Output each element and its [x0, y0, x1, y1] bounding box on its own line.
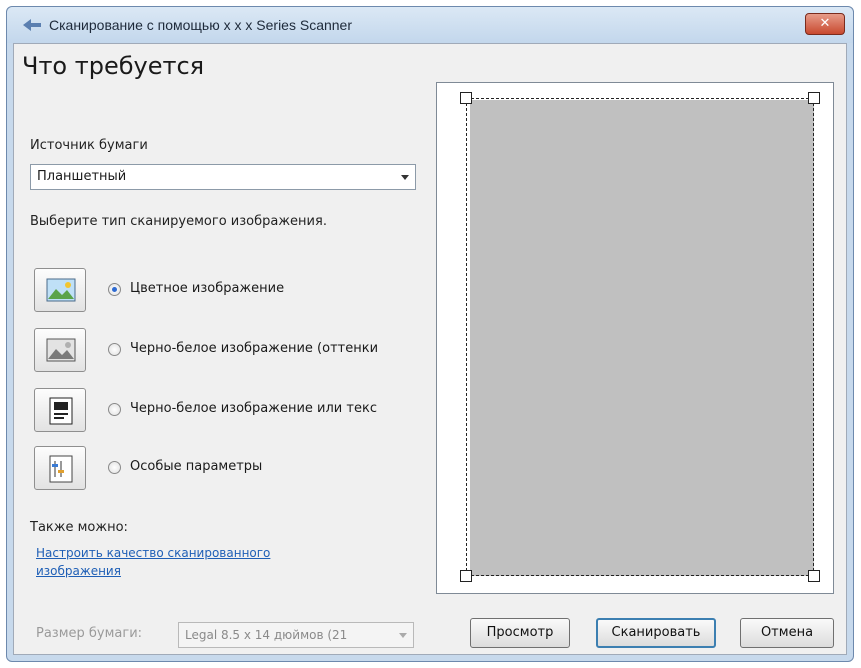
paper-source-select[interactable]: Планшетный [30, 164, 416, 190]
paper-source-label: Источник бумаги [30, 138, 148, 153]
crop-handle-bottom-left[interactable] [460, 570, 472, 582]
title-bar[interactable]: Сканирование с помощью x x x Series Scan… [7, 7, 853, 43]
type-label-grayscale: Черно-белое изображение (оттенки [130, 341, 379, 356]
type-label-bw-text: Черно-белое изображение или текс [130, 401, 377, 416]
color-image-icon [46, 278, 76, 302]
radio-grayscale[interactable] [108, 343, 121, 356]
also-label: Также можно: [30, 520, 128, 535]
page-title: Что требуется [22, 52, 205, 80]
radio-color[interactable] [108, 283, 121, 296]
preview-button[interactable]: Просмотр [470, 618, 570, 648]
radio-custom[interactable] [108, 461, 121, 474]
chevron-down-icon [401, 175, 409, 180]
crop-handle-bottom-right[interactable] [808, 570, 820, 582]
bw-text-button[interactable] [34, 388, 86, 432]
grayscale-image-button[interactable] [34, 328, 86, 372]
scanner-icon [23, 19, 41, 31]
grayscale-image-icon [46, 338, 76, 362]
type-option-bw-text[interactable]: Черно-белое изображение или текс [34, 388, 434, 432]
type-option-grayscale[interactable]: Черно-белое изображение (оттенки [34, 328, 434, 372]
crop-handle-top-right[interactable] [808, 92, 820, 104]
window-title: Сканирование с помощью x x x Series Scan… [49, 17, 353, 33]
chevron-down-icon [399, 633, 407, 638]
page-size-value: Legal 8.5 x 14 дюймов (21 [185, 628, 348, 642]
adjust-quality-link-cont[interactable]: изображения [36, 564, 121, 578]
color-image-button[interactable] [34, 268, 86, 312]
custom-settings-icon [49, 455, 73, 483]
scan-button[interactable]: Сканировать [596, 618, 716, 648]
cancel-button[interactable]: Отмена [740, 618, 834, 648]
crop-selection[interactable] [466, 98, 814, 576]
type-label-color: Цветное изображение [130, 281, 285, 296]
bw-text-icon [49, 397, 73, 425]
type-label-custom: Особые параметры [130, 459, 263, 474]
type-option-color[interactable]: Цветное изображение [34, 268, 434, 312]
custom-settings-button[interactable] [34, 446, 86, 490]
page-size-select[interactable]: Legal 8.5 x 14 дюймов (21 [178, 622, 414, 648]
adjust-quality-link[interactable]: Настроить качество сканированного [36, 546, 270, 560]
image-type-prompt: Выберите тип сканируемого изображения. [30, 214, 327, 229]
type-option-custom[interactable]: Особые параметры [34, 446, 434, 490]
close-button[interactable]: ✕ [805, 13, 845, 35]
page-size-label: Размер бумаги: [36, 626, 143, 641]
crop-handle-top-left[interactable] [460, 92, 472, 104]
paper-source-value: Планшетный [37, 169, 127, 184]
radio-bw-text[interactable] [108, 403, 121, 416]
